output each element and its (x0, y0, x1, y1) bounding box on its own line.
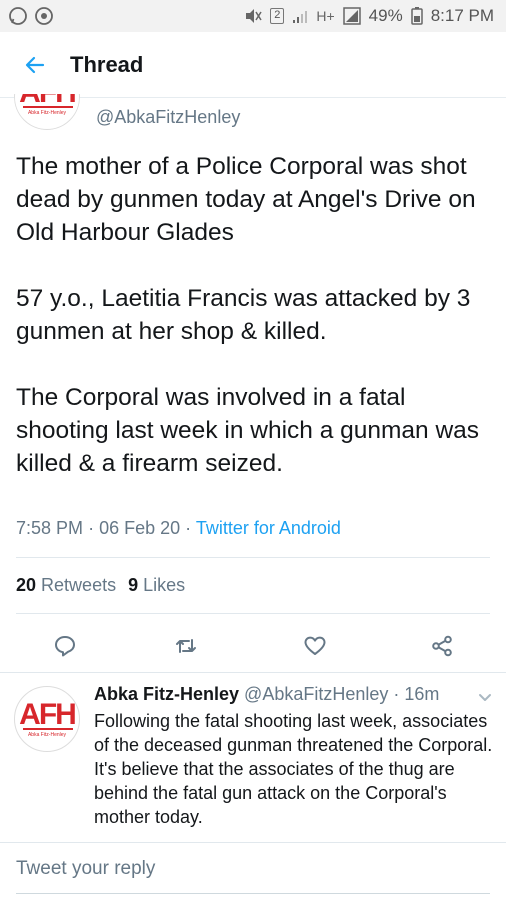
mute-icon (246, 9, 262, 23)
chat-bubble-icon (35, 7, 53, 25)
status-bar: 2 H+ 49% 8:17 PM (0, 0, 506, 32)
tweet-paragraph: The Corporal was involved in a fatal sho… (16, 384, 480, 477)
retweets-label: Retweets (41, 575, 117, 595)
tweet-time: 7:58 PM (16, 518, 84, 538)
app-header: Thread (0, 32, 506, 98)
tweet-paragraph: The mother of a Police Corporal was shot… (16, 153, 476, 246)
meta-separator: · (185, 518, 192, 538)
reply-header: Abka Fitz-Henley @AbkaFitzHenley · 16m (94, 684, 439, 705)
likes-count: 9 (128, 575, 139, 595)
heart-icon (304, 636, 326, 655)
reply-author-handle[interactable]: @AbkaFitzHenley (244, 684, 388, 704)
battery-icon (410, 7, 423, 25)
avatar-logo-subtext: Abka Fitz-Henley (27, 110, 67, 116)
avatar-logo-text: AFH (19, 698, 77, 731)
whatsapp-icon (9, 7, 27, 25)
tweet-paragraph: 57 y.o., Laetitia Francis was attacked b… (16, 285, 471, 345)
tweet-date: 06 Feb 20 (99, 518, 181, 538)
avatar-logo-subtext: Abka Fitz-Henley (27, 732, 67, 738)
meta-separator: · (88, 518, 95, 538)
signal-strength-icon (342, 7, 361, 25)
logo-bar (23, 106, 73, 108)
reply-compose-input[interactable]: Tweet your reply (16, 858, 155, 880)
divider (16, 557, 490, 558)
retweet-icon (176, 639, 196, 653)
network-type: H+ (316, 8, 335, 24)
author-handle[interactable]: @AbkaFitzHenley (96, 107, 240, 128)
battery-percent: 49% (368, 6, 403, 25)
back-button[interactable] (0, 32, 70, 98)
author-avatar[interactable]: AFH Abka Fitz-Henley (14, 94, 80, 130)
tweet-source-link[interactable]: Twitter for Android (196, 518, 341, 538)
logo-bar (23, 728, 73, 730)
section-divider (0, 842, 506, 843)
status-indicators: 2 H+ 49% 8:17 PM (244, 6, 494, 26)
share-button[interactable] (422, 626, 462, 666)
page-title: Thread (70, 51, 144, 77)
reply-time: · 16m (393, 684, 440, 704)
status-notifications (8, 6, 54, 26)
tweet-actions (0, 626, 506, 666)
divider (16, 613, 490, 614)
retweets-stat[interactable]: 20 Retweets (16, 575, 116, 595)
like-button[interactable] (295, 626, 335, 666)
reply-body: Following the fatal shooting last week, … (94, 711, 493, 827)
sim-badge: 2 (270, 8, 285, 24)
tweet-body: The mother of a Police Corporal was shot… (16, 150, 496, 480)
clock: 8:17 PM (430, 6, 494, 25)
arrow-left-icon (25, 56, 45, 73)
signal-icon (293, 11, 308, 23)
avatar-logo: AFH Abka Fitz-Henley (14, 94, 80, 130)
retweets-count: 20 (16, 575, 37, 595)
tweet-options-button[interactable] (474, 688, 496, 706)
tweet-stats: 20 Retweets 9 Likes (16, 575, 185, 596)
chevron-down-icon (479, 694, 491, 701)
reply-author-name[interactable]: Abka Fitz-Henley (94, 684, 239, 704)
reply-author-avatar[interactable]: AFH Abka Fitz-Henley (14, 686, 80, 752)
tweet-metadata: 7:58 PM · 06 Feb 20 · Twitter for Androi… (16, 518, 341, 539)
section-divider (0, 672, 506, 673)
likes-label: Likes (143, 575, 186, 595)
retweet-button[interactable] (166, 626, 206, 666)
reply-icon (55, 636, 75, 657)
compose-underline (16, 893, 490, 894)
reply-button[interactable] (45, 626, 85, 666)
share-icon (432, 635, 452, 657)
likes-stat[interactable]: 9 Likes (128, 575, 185, 595)
